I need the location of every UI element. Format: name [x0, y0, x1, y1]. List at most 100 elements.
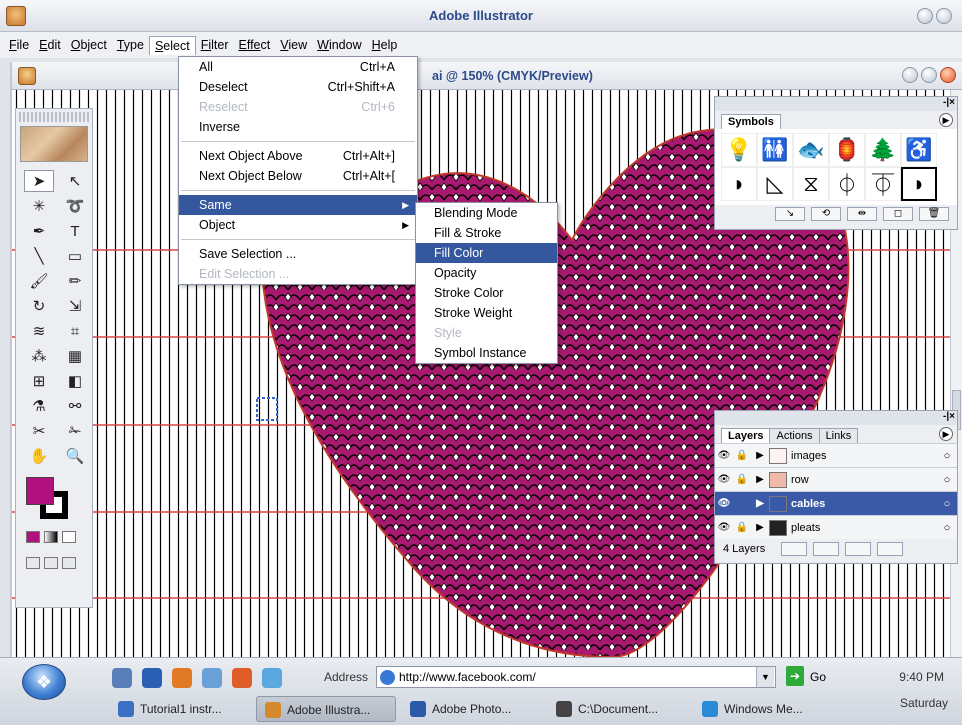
- submenu-item-opacity[interactable]: Opacity: [416, 263, 557, 283]
- tab-actions[interactable]: Actions: [769, 428, 820, 443]
- menu-type[interactable]: Type: [112, 36, 149, 54]
- none-mode-button[interactable]: [62, 531, 76, 543]
- go-button[interactable]: Go: [810, 670, 826, 684]
- gradient-tool-icon[interactable]: ◧: [60, 370, 90, 392]
- pen-tool-icon[interactable]: ✒: [24, 220, 54, 242]
- layer-row[interactable]: 👁 🔒 ▶ row ○: [715, 467, 957, 491]
- full-screen-mode-button[interactable]: [62, 557, 76, 569]
- messenger-icon[interactable]: [202, 668, 222, 688]
- paintbrush-tool-icon[interactable]: 🖌: [24, 270, 54, 292]
- wheelchair-icon[interactable]: ♿: [901, 133, 937, 167]
- new-symbol-button[interactable]: ◻: [883, 207, 913, 221]
- maximize-button[interactable]: [936, 8, 952, 24]
- menu-edit[interactable]: Edit: [34, 36, 66, 54]
- menu-file[interactable]: File: [4, 36, 34, 54]
- shape-d-icon[interactable]: ◗: [721, 167, 757, 201]
- internet-explorer-icon[interactable]: [262, 668, 282, 688]
- menu-object[interactable]: Object: [66, 36, 112, 54]
- taskbar-button[interactable]: Tutorial1 instr...: [110, 696, 250, 722]
- submenu-item-symbol-instance[interactable]: Symbol Instance: [416, 343, 557, 363]
- line-tool-icon[interactable]: ╲: [24, 245, 54, 267]
- visibility-eye-icon[interactable]: 👁: [715, 474, 733, 485]
- new-sublayer-button[interactable]: [813, 542, 840, 556]
- visibility-eye-icon[interactable]: 👁: [715, 450, 733, 461]
- selection-tool-icon[interactable]: ➤: [24, 170, 54, 192]
- doc-close-button[interactable]: [940, 67, 956, 83]
- gradient-mode-button[interactable]: [44, 531, 58, 543]
- word-icon[interactable]: [142, 668, 162, 688]
- expand-triangle-icon[interactable]: ▶: [751, 498, 769, 509]
- hand-tool-icon[interactable]: ✋: [24, 445, 54, 467]
- taskbar-button[interactable]: Adobe Photo...: [402, 696, 542, 722]
- menu-item-inverse[interactable]: Inverse: [179, 117, 417, 137]
- graph-tool-icon[interactable]: ▦: [60, 345, 90, 367]
- lightbulb-icon[interactable]: 💡: [721, 133, 757, 167]
- break-link-button[interactable]: ⇹: [847, 207, 877, 221]
- palette-close-icon[interactable]: -|×: [943, 97, 955, 108]
- type-tool-icon[interactable]: T: [60, 220, 90, 242]
- expand-triangle-icon[interactable]: ▶: [751, 450, 769, 461]
- fill-swatch[interactable]: [26, 477, 54, 505]
- menu-item-same[interactable]: Same ▶: [179, 195, 417, 215]
- menu-item-save-selection[interactable]: Save Selection ...: [179, 244, 417, 264]
- slice-tool-icon[interactable]: ✂: [24, 420, 54, 442]
- submenu-item-fill-color[interactable]: Fill Color: [416, 243, 557, 263]
- lock-icon[interactable]: 🔒: [733, 474, 751, 485]
- show-desktop-icon[interactable]: [112, 668, 132, 688]
- layer-row[interactable]: 👁 🔒 ▶ images ○: [715, 443, 957, 467]
- palette-menu-icon[interactable]: ▶: [939, 113, 953, 127]
- clock-time[interactable]: 9:40 PM: [899, 670, 944, 684]
- doc-maximize-button[interactable]: [921, 67, 937, 83]
- place-symbol-button[interactable]: ↘: [775, 207, 805, 221]
- menu-item-next-object-below[interactable]: Next Object Below Ctrl+Alt+[: [179, 166, 417, 186]
- make-clipping-mask-button[interactable]: [781, 542, 808, 556]
- warp-tool-icon[interactable]: ≋: [24, 320, 54, 342]
- media-icon[interactable]: [232, 668, 252, 688]
- taskbar-button[interactable]: C:\Document...: [548, 696, 688, 722]
- lock-icon[interactable]: 🔒: [733, 450, 751, 461]
- zoom-tool-icon[interactable]: 🔍: [60, 445, 90, 467]
- delete-layer-button[interactable]: [877, 542, 904, 556]
- fish-icon[interactable]: 🐟: [793, 133, 829, 167]
- submenu-item-blending-mode[interactable]: Blending Mode: [416, 203, 557, 223]
- shape-curve-icon[interactable]: ◗: [901, 167, 937, 201]
- submenu-item-stroke-color[interactable]: Stroke Color: [416, 283, 557, 303]
- doc-minimize-button[interactable]: [902, 67, 918, 83]
- menu-view[interactable]: View: [275, 36, 312, 54]
- target-circle-icon[interactable]: ○: [937, 522, 957, 534]
- target-circle-icon[interactable]: ○: [937, 474, 957, 486]
- color-mode-button[interactable]: [26, 531, 40, 543]
- submenu-item-stroke-weight[interactable]: Stroke Weight: [416, 303, 557, 323]
- address-dropdown-icon[interactable]: ▼: [756, 667, 774, 687]
- tab-layers[interactable]: Layers: [721, 428, 771, 443]
- palette-close-icon[interactable]: -|×: [943, 411, 955, 422]
- tab-symbols[interactable]: Symbols: [721, 114, 781, 129]
- target-circle-icon[interactable]: ○: [937, 450, 957, 462]
- go-arrow-icon[interactable]: ➔: [786, 666, 804, 686]
- shape-triangle-icon[interactable]: ◺: [757, 167, 793, 201]
- visibility-eye-icon[interactable]: 👁: [715, 498, 733, 509]
- shape-cup-icon[interactable]: ⏁: [865, 167, 901, 201]
- document-icon[interactable]: [18, 67, 36, 85]
- pencil-tool-icon[interactable]: ✏: [60, 270, 90, 292]
- shape-dome-icon[interactable]: ⏀: [829, 167, 865, 201]
- full-screen-menu-mode-button[interactable]: [44, 557, 58, 569]
- scale-tool-icon[interactable]: ⇲: [60, 295, 90, 317]
- tab-links[interactable]: Links: [818, 428, 859, 443]
- restroom-icon[interactable]: 🚻: [757, 133, 793, 167]
- standard-screen-mode-button[interactable]: [26, 557, 40, 569]
- direct-selection-tool-icon[interactable]: ↖: [60, 170, 90, 192]
- lantern-icon[interactable]: 🏮: [829, 133, 865, 167]
- menu-select[interactable]: Select: [148, 35, 196, 55]
- panel-gripper[interactable]: [19, 112, 89, 122]
- expand-triangle-icon[interactable]: ▶: [751, 474, 769, 485]
- start-button[interactable]: ❖: [22, 664, 66, 700]
- free-transform-tool-icon[interactable]: ⌗: [60, 320, 90, 342]
- submenu-item-fill-stroke[interactable]: Fill & Stroke: [416, 223, 557, 243]
- minimize-button[interactable]: [917, 8, 933, 24]
- rotate-tool-icon[interactable]: ↻: [24, 295, 54, 317]
- symbol-sprayer-tool-icon[interactable]: ⁂: [24, 345, 54, 367]
- menu-window[interactable]: Window: [312, 36, 366, 54]
- target-circle-icon[interactable]: ○: [937, 498, 957, 510]
- shape-hourglass-icon[interactable]: ⧖: [793, 167, 829, 201]
